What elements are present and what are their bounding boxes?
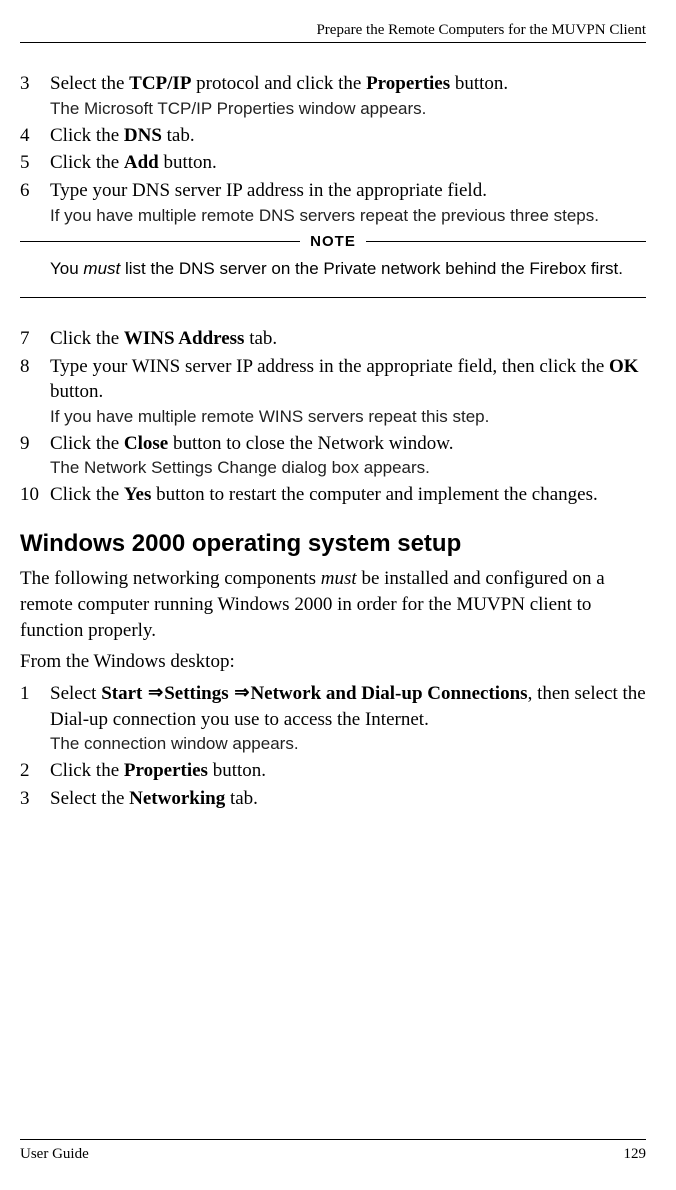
text: button.: [208, 760, 266, 781]
step-caption: The Microsoft TCP/IP Properties window a…: [50, 98, 646, 121]
text: Select: [50, 683, 101, 704]
text: tab.: [162, 125, 195, 146]
ordered-steps-c: 1 Select Start ⇒Settings ⇒Network and Di…: [20, 681, 646, 812]
bold: TCP/IP: [129, 73, 191, 94]
text: tab.: [225, 788, 258, 809]
bold: Close: [124, 433, 168, 454]
body-paragraph: The following networking components must…: [20, 566, 646, 643]
step-6: 6 Type your DNS server IP address in the…: [20, 178, 646, 228]
bold: WINS Address: [124, 328, 245, 349]
bold: DNS: [124, 125, 162, 146]
step-c-2: 2 Click the Properties button.: [20, 758, 646, 784]
italic: must: [83, 259, 120, 278]
text: Select the: [50, 73, 129, 94]
rule-line: [366, 241, 646, 242]
step-number: 4: [20, 123, 50, 149]
step-caption: The Network Settings Change dialog box a…: [50, 457, 646, 480]
text: button to close the Network window.: [168, 433, 453, 454]
text: protocol and click the: [191, 73, 366, 94]
step-c-1: 1 Select Start ⇒Settings ⇒Network and Di…: [20, 681, 646, 756]
arrow-icon: ⇒: [147, 682, 164, 702]
text: Click the: [50, 152, 124, 173]
step-3: 3 Select the TCP/IP protocol and click t…: [20, 71, 646, 121]
text: Click the: [50, 125, 124, 146]
step-number: 6: [20, 178, 50, 204]
text: The following networking components: [20, 568, 321, 589]
step-caption: The connection window appears.: [50, 733, 646, 756]
step-c-3: 3 Select the Networking tab.: [20, 786, 646, 812]
text: button.: [50, 381, 103, 402]
bold: Yes: [124, 484, 151, 505]
step-9: 9 Click the Close button to close the Ne…: [20, 431, 646, 481]
footer-page-number: 129: [624, 1144, 647, 1164]
step-caption: If you have multiple remote DNS servers …: [50, 205, 646, 228]
bold: Properties: [366, 73, 450, 94]
text: Click the: [50, 433, 124, 454]
step-number: 9: [20, 431, 50, 457]
step-5: 5 Click the Add button.: [20, 150, 646, 176]
step-caption: If you have multiple remote WINS servers…: [50, 406, 646, 429]
note-divider: NOTE: [20, 232, 646, 252]
rule-line: [20, 241, 300, 242]
step-4: 4 Click the DNS tab.: [20, 123, 646, 149]
step-number: 2: [20, 758, 50, 784]
body-paragraph: From the Windows desktop:: [20, 649, 646, 675]
text: tab.: [244, 328, 277, 349]
step-number: 3: [20, 786, 50, 812]
running-header: Prepare the Remote Computers for the MUV…: [20, 20, 646, 43]
note-body: You must list the DNS server on the Priv…: [20, 252, 646, 289]
step-number: 10: [20, 482, 50, 508]
ordered-steps-a: 3 Select the TCP/IP protocol and click t…: [20, 71, 646, 227]
text: You: [50, 259, 83, 278]
bold: OK: [609, 356, 639, 377]
text: Type your WINS server IP address in the …: [50, 356, 609, 377]
step-number: 7: [20, 326, 50, 352]
bold: Add: [124, 152, 159, 173]
ordered-steps-b: 7 Click the WINS Address tab. 8 Type you…: [20, 326, 646, 508]
italic: must: [321, 568, 357, 589]
step-number: 3: [20, 71, 50, 97]
step-7: 7 Click the WINS Address tab.: [20, 326, 646, 352]
text: Click the: [50, 328, 124, 349]
note-label: NOTE: [300, 232, 366, 252]
text: button to restart the computer and imple…: [151, 484, 597, 505]
bold: Properties: [124, 760, 208, 781]
text: Click the: [50, 484, 124, 505]
text: Type your DNS server IP address in the a…: [50, 180, 487, 201]
step-number: 1: [20, 681, 50, 707]
note-end-rule: [20, 297, 646, 298]
footer: User Guide 129: [20, 1139, 646, 1164]
text: button.: [159, 152, 217, 173]
arrow-icon: ⇒: [233, 682, 250, 702]
bold: Settings: [164, 683, 228, 704]
footer-left: User Guide: [20, 1144, 89, 1164]
text: Select the: [50, 788, 129, 809]
step-number: 8: [20, 354, 50, 380]
step-10: 10 Click the Yes button to restart the c…: [20, 482, 646, 508]
bold: Networking: [129, 788, 225, 809]
section-heading: Windows 2000 operating system setup: [20, 528, 646, 560]
text: button.: [450, 73, 508, 94]
bold: Start: [101, 683, 142, 704]
text: list the DNS server on the Private netwo…: [120, 259, 623, 278]
step-8: 8 Type your WINS server IP address in th…: [20, 354, 646, 429]
bold: Network and Dial-up Connections: [250, 683, 527, 704]
step-number: 5: [20, 150, 50, 176]
text: Click the: [50, 760, 124, 781]
